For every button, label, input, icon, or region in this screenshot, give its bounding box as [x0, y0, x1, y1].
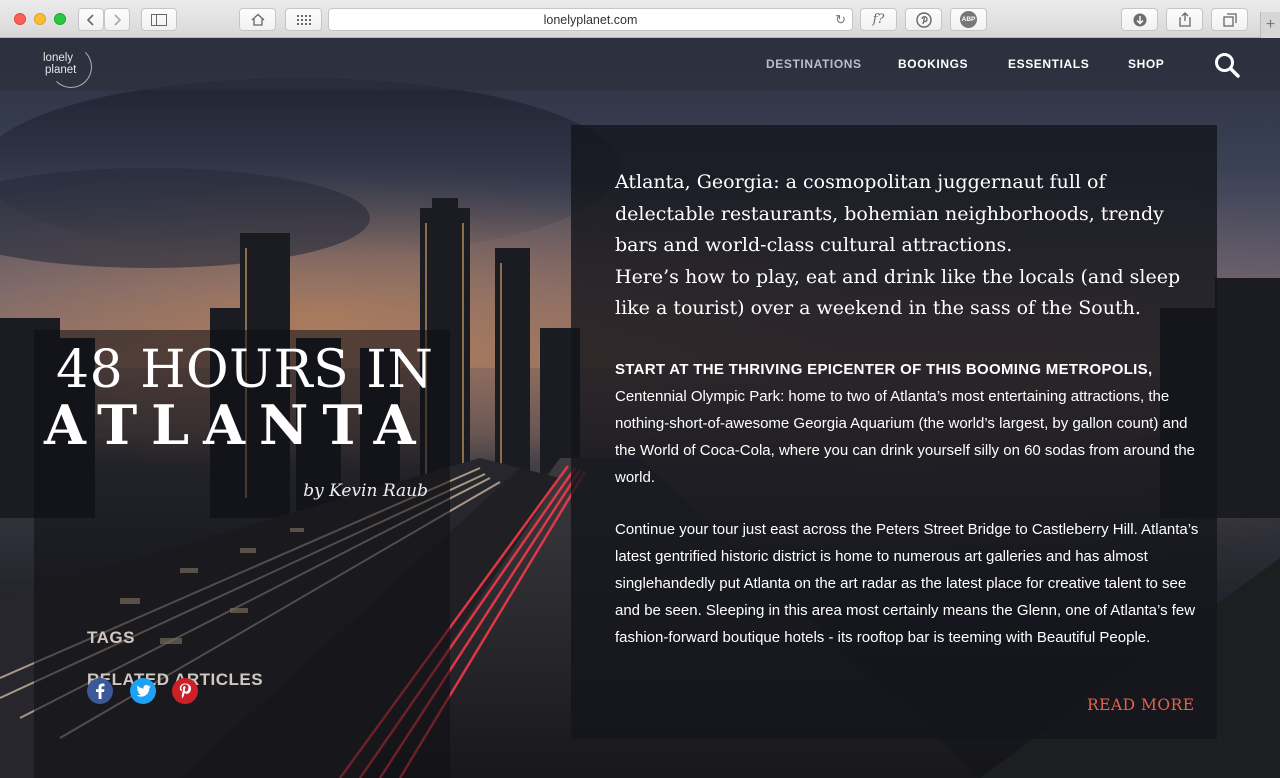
pinterest-extension-button[interactable] [905, 8, 942, 31]
close-window-button[interactable] [14, 13, 26, 25]
nav-destinations[interactable]: DESTINATIONS [766, 57, 862, 71]
read-more-link[interactable]: READ MORE [1087, 696, 1195, 714]
twitter-icon[interactable] [130, 678, 156, 704]
new-tab-button[interactable]: + [1260, 12, 1280, 38]
chevron-right-icon [112, 13, 122, 26]
tabs-icon [1222, 12, 1237, 27]
nav-essentials[interactable]: ESSENTIALS [1008, 57, 1089, 71]
logo-word-planet: planet [45, 64, 77, 76]
pinterest-icon [915, 11, 932, 28]
zoom-window-button[interactable] [54, 13, 66, 25]
url-text: lonelyplanet.com [543, 12, 638, 27]
chevron-left-icon [86, 13, 96, 26]
forward-button[interactable] [104, 8, 130, 31]
adblock-extension-button[interactable]: ABP [950, 8, 987, 31]
share-button[interactable] [1166, 8, 1203, 31]
facebook-icon[interactable] [87, 678, 113, 704]
site-header: lonely planet DESTINATIONS BOOKINGS ESSE… [0, 38, 1280, 90]
article-intro: Atlanta, Georgia: a cosmopolitan juggern… [615, 167, 1205, 325]
share-icon [1178, 12, 1191, 27]
article-title-line2: ATLANTA [44, 393, 430, 457]
lonely-planet-logo[interactable]: lonely planet [40, 44, 94, 88]
article-byline: by Kevin Raub [303, 481, 428, 501]
downloads-button[interactable] [1121, 8, 1158, 31]
intro-paragraph-2: Here’s how to play, eat and drink like t… [615, 265, 1181, 320]
paragraph-1-text: Centennial Olympic Park: home to two of … [615, 388, 1196, 486]
reload-icon[interactable]: ↻ [835, 12, 846, 28]
nav-shop[interactable]: SHOP [1128, 57, 1164, 71]
article-paragraph-1: START AT THE THRIVING EPICENTER OF THIS … [615, 356, 1210, 491]
adblock-icon: ABP [960, 11, 977, 28]
paragraph-lead-text: START AT THE THRIVING EPICENTER OF THIS … [615, 361, 1153, 378]
back-button[interactable] [78, 8, 104, 31]
nav-bookings[interactable]: BOOKINGS [898, 57, 968, 71]
sidebar-icon [151, 13, 167, 26]
intro-paragraph-1: Atlanta, Georgia: a cosmopolitan juggern… [615, 171, 1164, 257]
reader-extension-label: f? [872, 12, 885, 27]
browser-toolbar: lonelyplanet.com ↻ f? ABP + [0, 0, 1280, 38]
address-bar[interactable]: lonelyplanet.com ↻ [328, 8, 853, 31]
download-icon [1133, 13, 1147, 27]
tabs-overview-button[interactable] [1211, 8, 1248, 31]
home-button[interactable] [239, 8, 276, 31]
article-paragraph-2: Continue your tour just east across the … [615, 521, 1199, 646]
home-icon [251, 13, 265, 26]
pinterest-icon[interactable] [172, 678, 198, 704]
plus-icon: + [1265, 16, 1276, 33]
grid-icon [296, 14, 311, 25]
reader-extension-button[interactable]: f? [860, 8, 897, 31]
tags-link[interactable]: TAGS [87, 628, 135, 648]
top-sites-button[interactable] [285, 8, 322, 31]
minimize-window-button[interactable] [34, 13, 46, 25]
article-title-line1: 48 HOURS IN [56, 340, 434, 400]
logo-word-lonely: lonely [43, 52, 74, 64]
sidebar-button[interactable] [141, 8, 177, 31]
search-icon[interactable] [1214, 52, 1240, 78]
